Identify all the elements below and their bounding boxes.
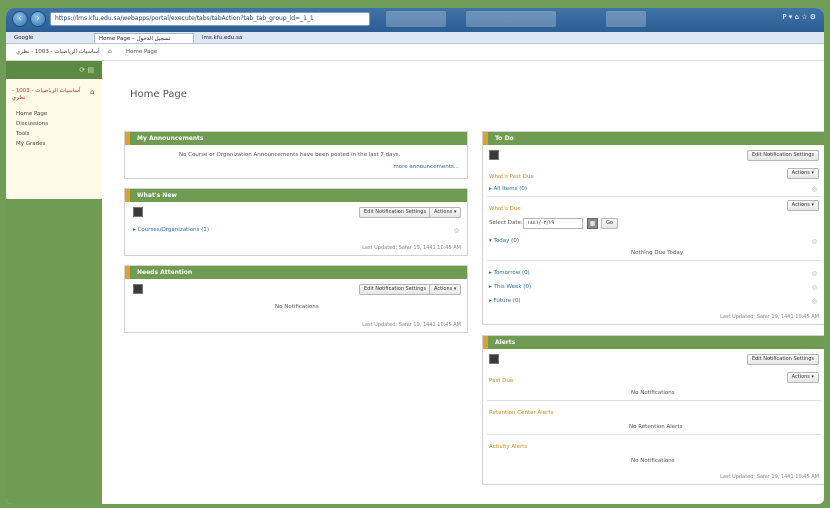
announcements-module: My Announcements No Course or Organizati… [124, 131, 468, 179]
tomorrow-item[interactable]: ▸ Tomorrow (0) [489, 270, 530, 276]
divider [487, 196, 821, 197]
courses-organizations-item[interactable]: ▸ Courses/Organizations (1) [133, 227, 209, 233]
actions-button[interactable]: Actions ▾ [429, 284, 462, 295]
sidebar-item-discussions[interactable]: Discussions [16, 121, 48, 127]
gear-icon[interactable]: ◎ [812, 238, 817, 245]
activity-alerts-label: Activity Alerts [489, 444, 528, 450]
todo-module: To Do Edit Notification Settings What's … [482, 131, 824, 325]
whats-new-module: What's New Edit Notification Settings Ac… [124, 188, 468, 256]
announcements-message: No Course or Organization Announcements … [179, 152, 401, 158]
item-label: All Items (0) [493, 186, 528, 192]
module-header[interactable]: What's New [125, 189, 467, 202]
tab-lms[interactable]: lms.kfu.edu.sa [198, 33, 278, 43]
divider [487, 434, 821, 435]
go-button[interactable]: Go [601, 218, 618, 229]
retention-alerts-label: Retention Center Alerts [489, 410, 554, 416]
module-header[interactable]: To Do [483, 132, 824, 145]
select-date-label: Select Date: [489, 220, 523, 226]
avatar [489, 354, 499, 364]
sidebar-item-my-grades[interactable]: My Grades [16, 141, 45, 147]
no-notifications-text: No Notifications [275, 304, 319, 310]
date-input[interactable]: ١٤٤١/٠٢/١٩ [523, 218, 583, 229]
actions-button[interactable]: Actions ▾ [786, 372, 819, 383]
this-week-item[interactable]: ▸ This Week (0) [489, 284, 531, 290]
sidebar-item-tools[interactable]: Tools [16, 131, 30, 137]
refresh-icon[interactable]: ⟳ ▤ [79, 66, 94, 74]
home-icon[interactable]: ⌂ [90, 88, 94, 96]
course-menu: أساسيات الرياضيات - 1003 - نظري ⌂ Home P… [6, 79, 102, 199]
breadcrumb-course[interactable]: أساسيات الرياضيات - 1003 - نظري [16, 49, 100, 55]
breadcrumb-page: Home Page [126, 49, 158, 55]
alerts-module: Alerts Edit Notification Settings Action… [482, 335, 824, 485]
item-label: Courses/Organizations (1) [137, 227, 210, 233]
gear-icon[interactable]: ◎ [812, 284, 817, 291]
actions-button[interactable]: Actions ▾ [786, 168, 819, 179]
divider [487, 400, 821, 401]
tab-google[interactable]: Google [10, 33, 70, 43]
course-breadcrumb-bar: أساسيات الرياضيات - 1003 - نظري ⌂ Home P… [6, 44, 824, 61]
last-updated: Last Updated: Safar 19, 1441 10:45 AM [362, 322, 461, 328]
whats-due-label: What's Due [489, 206, 521, 212]
module-header[interactable]: Needs Attention [125, 266, 467, 279]
avatar [133, 284, 143, 294]
no-notifications-text: No Notifications [631, 458, 675, 464]
last-updated: Last Updated: Safar 19, 1441 10:45 AM [720, 314, 819, 320]
edit-notification-settings-button[interactable]: Edit Notification Settings [359, 284, 432, 295]
page-title: Home Page [130, 89, 187, 100]
today-item[interactable]: ▾ Today (0) [489, 238, 519, 244]
item-label: This Week (0) [493, 284, 532, 290]
sidebar-toolbar: ⟳ ▤ [6, 61, 102, 79]
course-title[interactable]: أساسيات الرياضيات - 1003 - نظري [12, 88, 82, 102]
all-items-item[interactable]: ▸ All Items (0) [489, 186, 527, 192]
address-bar[interactable]: https://lms.kfu.edu.sa/webapps/portal/ex… [50, 12, 370, 26]
nothing-due-text: Nothing Due Today [631, 250, 684, 256]
actions-button[interactable]: Actions ▾ [786, 200, 819, 211]
tab-home-page[interactable]: Home Page – تسجيل الدخول [94, 33, 194, 43]
gear-icon[interactable]: ◎ [812, 186, 817, 193]
divider [487, 260, 821, 261]
sidebar-item-home-page[interactable]: Home Page [16, 111, 47, 117]
forward-arrow-icon[interactable]: › [30, 11, 46, 27]
needs-attention-module: Needs Attention Edit Notification Settin… [124, 265, 468, 333]
no-retention-text: No Retention Alerts [629, 424, 683, 430]
item-label: Tomorrow (0) [493, 270, 530, 276]
toolbar-blur-block [466, 11, 556, 27]
no-notifications-text: No Notifications [631, 390, 675, 396]
home-icon[interactable]: ⌂ [108, 48, 112, 55]
actions-button[interactable]: Actions ▾ [429, 207, 462, 218]
toolbar-blur-block [606, 11, 646, 27]
toolbar-blur-block [386, 11, 446, 27]
avatar [133, 207, 143, 217]
browser-window: ‹ › https://lms.kfu.edu.sa/webapps/porta… [6, 8, 824, 504]
last-updated: Last Updated: Safar 19, 1441 10:45 AM [362, 245, 461, 251]
edit-notification-settings-button[interactable]: Edit Notification Settings [746, 150, 819, 161]
edit-notification-settings-button[interactable]: Edit Notification Settings [746, 354, 819, 365]
browser-toolbar: ‹ › https://lms.kfu.edu.sa/webapps/porta… [6, 8, 824, 32]
back-arrow-icon[interactable]: ‹ [12, 11, 28, 27]
last-updated: Last Updated: Safar 19, 1441 10:45 AM [720, 474, 819, 480]
gear-icon[interactable]: ◎ [812, 270, 817, 277]
item-label: Future (0) [493, 298, 521, 304]
avatar [489, 150, 499, 160]
edit-notification-settings-button[interactable]: Edit Notification Settings [359, 207, 432, 218]
main-content: Home Page My Announcements No Course or … [116, 61, 824, 504]
window-controls[interactable]: P ▾ ⌂ ☆ ⚙ [782, 13, 816, 21]
module-header[interactable]: Alerts [483, 336, 824, 349]
browser-tab-bar: Google Home Page – تسجيل الدخول lms.kfu.… [6, 32, 824, 44]
past-due-label: Past Due [489, 378, 514, 384]
course-sidebar: ⟳ ▤ أساسيات الرياضيات - 1003 - نظري ⌂ Ho… [6, 61, 102, 504]
whats-past-due-label: What's Past Due [489, 174, 534, 180]
calendar-icon[interactable]: ▦ [587, 218, 598, 229]
module-header[interactable]: My Announcements [125, 132, 467, 145]
gear-icon[interactable]: ◎ [454, 227, 459, 234]
more-announcements-link[interactable]: more announcements... [393, 164, 459, 170]
gear-icon[interactable]: ◎ [812, 298, 817, 305]
future-item[interactable]: ▸ Future (0) [489, 298, 521, 304]
item-label: Today (0) [493, 238, 519, 244]
